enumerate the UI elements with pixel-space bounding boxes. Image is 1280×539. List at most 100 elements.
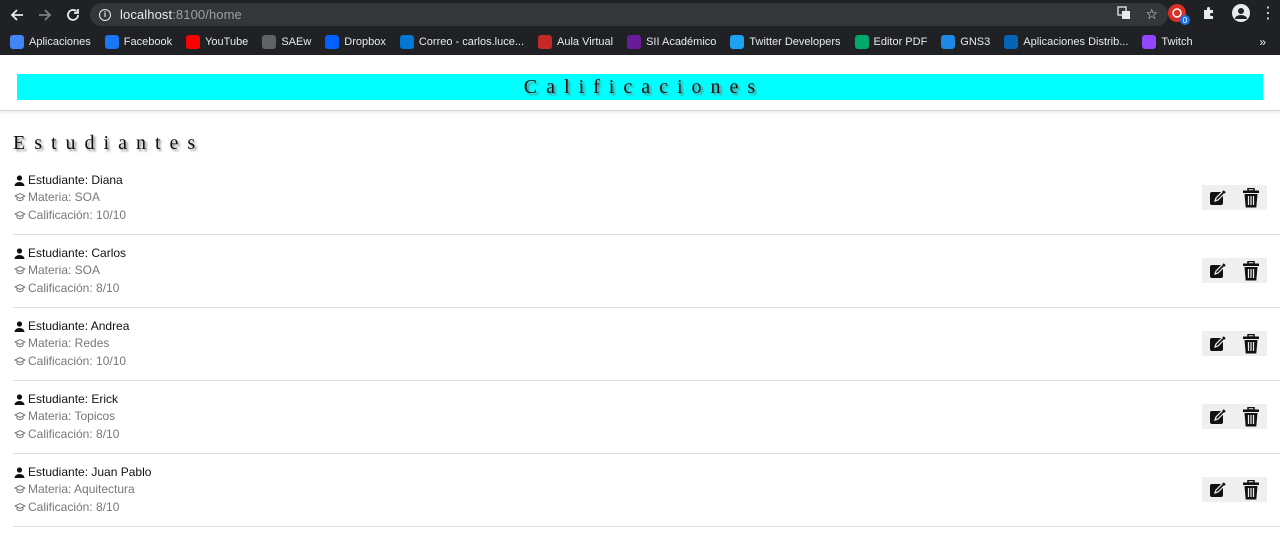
trash-icon[interactable] [1240,406,1262,428]
edit-icon[interactable] [1207,406,1229,428]
trash-icon[interactable] [1240,260,1262,282]
bookmark-item[interactable]: Dropbox [325,29,386,55]
student-item: Estudiante: Carlos Materia: SOA Calificaci… [13,235,1280,308]
item-actions [1202,404,1267,429]
student-name: Estudiante: Erick [28,392,119,406]
reload-icon[interactable] [62,4,84,26]
edit-icon[interactable] [1207,333,1229,355]
url-text: localhost:8100/home [120,7,242,22]
bookmark-label: Correo - carlos.luce... [418,36,525,48]
graduation-cap-icon [13,428,26,441]
apps-grid-icon [10,35,24,49]
bookmark-label: Facebook [123,36,173,48]
address-bar[interactable]: i localhost:8100/home ☆ [90,3,1168,26]
grade-text: Calificación: 8/10 [28,500,120,514]
page-title: Calificaciones [523,75,765,98]
bookmark-item[interactable]: Aplicaciones [10,29,91,55]
student-item: Estudiante: Diana Materia: SOA Calificació… [13,162,1280,235]
outlook-icon [399,35,414,49]
site-info-icon[interactable]: i [99,8,111,21]
sii-icon [627,35,642,49]
edit-icon[interactable] [1207,187,1229,209]
edit-icon[interactable] [1207,260,1229,282]
grade-line: Calificación: 10/10 [13,354,126,368]
subject-text: Materia: Redes [28,336,110,350]
trash-icon[interactable] [1240,479,1262,501]
forward-arrow-icon[interactable] [34,4,56,26]
twitch-icon [1142,35,1157,49]
subject-line: Materia: Topicos [13,409,115,423]
bookmark-label: Aplicaciones Distrib... [1023,36,1129,48]
item-actions [1202,477,1267,502]
saew-icon [262,35,277,49]
bookmark-label: YouTube [205,36,249,48]
bookmark-item[interactable]: Twitch [1142,29,1193,55]
student-name-line: Estudiante: Carlos [13,246,126,260]
item-actions [1202,185,1267,210]
person-icon [13,174,26,187]
graduation-cap-icon [13,337,26,350]
bookmark-item[interactable]: SAEw [262,29,311,55]
extension-badge-icon[interactable]: 0 [1168,4,1190,25]
dropbox-icon [325,35,340,49]
graduation-cap-icon [13,282,26,295]
trash-icon[interactable] [1240,187,1262,209]
person-icon [13,320,26,333]
student-list: Estudiante: Diana Materia: SOA Calificació… [13,162,1280,527]
grade-line: Calificación: 8/10 [13,500,119,514]
student-name: Estudiante: Juan Pablo [28,465,152,479]
student-name: Estudiante: Diana [28,173,123,187]
bookmarks-bar: Aplicaciones Facebook YouTube SAEw Dropbox Co… [0,29,1280,55]
person-icon [13,393,26,406]
grade-text: Calificación: 10/10 [28,208,127,222]
bookmark-label: GNS3 [960,36,991,48]
person-icon [13,466,26,479]
translate-icon[interactable] [1117,6,1131,23]
edit-icon[interactable] [1207,479,1229,501]
bookmark-item[interactable]: Twitter Developers [730,29,841,55]
student-item: Estudiante: Juan Pablo Materia: Aquitectu… [13,454,1280,527]
student-name-line: Estudiante: Diana [13,173,123,187]
bookmark-item[interactable]: SII Académico [627,29,716,55]
bookmark-item[interactable]: GNS3 [941,29,990,55]
student-name-line: Estudiante: Juan Pablo [13,465,151,479]
student-name: Estudiante: Andrea [28,319,130,333]
bookmark-label: SII Académico [646,36,717,48]
bookmark-item[interactable]: Correo - carlos.luce... [399,29,525,55]
profile-avatar-icon[interactable] [1232,4,1250,22]
section-title: Estudiantes [13,132,205,154]
grade-text: Calificación: 8/10 [28,281,120,295]
subject-text: Materia: Aquitectura [28,482,135,496]
bookmark-label: Dropbox [344,36,386,48]
bookmark-item[interactable]: Editor PDF [854,29,927,55]
grade-text: Calificación: 8/10 [28,427,120,441]
graduation-cap-icon [13,264,26,277]
bookmark-label: Aula Virtual [557,36,614,48]
graduation-cap-icon [13,501,26,514]
bookmark-label: Aplicaciones [29,36,91,48]
student-item: Estudiante: Erick Materia: Topicos Calific… [13,381,1280,454]
bookmark-item[interactable]: Aula Virtual [538,29,613,55]
graduation-cap-icon [13,191,26,204]
grade-line: Calificación: 8/10 [13,281,119,295]
graduation-cap-icon [13,209,26,222]
extensions-puzzle-icon[interactable] [1200,4,1218,22]
title-bar: Calificaciones [17,74,1263,100]
menu-kebab-icon[interactable]: ⋮ [1260,4,1276,22]
bookmark-label: SAEw [281,36,312,48]
student-item: Estudiante: Andrea Materia: Redes Califica… [13,308,1280,381]
student-name-line: Estudiante: Andrea [13,319,129,333]
subject-text: Materia: SOA [28,263,101,277]
bookmark-item[interactable]: Facebook [104,29,173,55]
bookmarks-overflow-button[interactable]: » [1259,35,1266,49]
student-name-line: Estudiante: Erick [13,392,118,406]
back-arrow-icon[interactable] [6,4,28,26]
bookmark-item[interactable]: Aplicaciones Distrib... [1004,29,1128,55]
item-actions [1202,331,1267,356]
subject-line: Materia: SOA [13,263,100,277]
browser-toolbar: i localhost:8100/home ☆ 0 ⋮ [0,0,1280,29]
bookmark-star-icon[interactable]: ☆ [1145,6,1158,23]
subject-line: Materia: Redes [13,336,109,350]
bookmark-item[interactable]: YouTube [186,29,248,55]
trash-icon[interactable] [1240,333,1262,355]
